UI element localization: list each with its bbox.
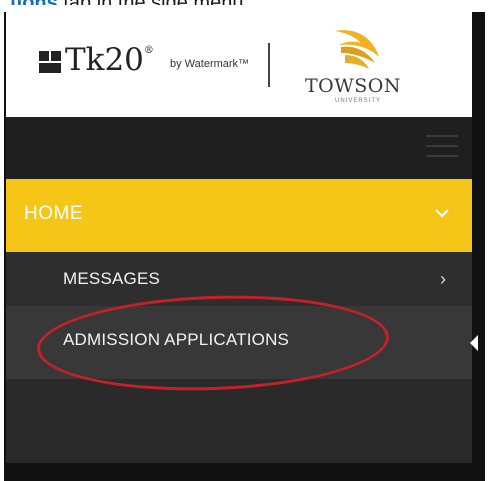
towson-logo: TOWSON UNIVERSITY (295, 23, 415, 104)
sidebar-empty-area (6, 379, 472, 463)
logo-divider (268, 43, 270, 87)
sidebar-item-home[interactable]: HOME (6, 179, 472, 252)
tk20-mark: ® (143, 44, 154, 56)
chevron-down-icon (435, 209, 449, 218)
admission-applications-label: ADMISSION APPLICATIONS (63, 330, 290, 349)
hamburger-menu-icon[interactable] (426, 133, 458, 159)
active-indicator-icon (470, 335, 478, 351)
sidebar-item-messages[interactable]: MESSAGES › (6, 252, 472, 306)
by-watermark-text: by Watermark™ (170, 58, 250, 70)
chevron-right-icon: › (440, 269, 446, 289)
tk20-name: Tk20 (65, 42, 144, 78)
tk20-logo: Tk20 ® (39, 40, 154, 80)
towson-subtitle: UNIVERSITY (335, 98, 382, 104)
towson-tiger-icon (335, 30, 379, 69)
towson-wordmark: TOWSON (305, 75, 401, 97)
messages-label: MESSAGES (63, 269, 161, 288)
tk20-logo-icon (39, 51, 63, 73)
top-menu-bar (6, 117, 472, 179)
home-label: HOME (24, 203, 83, 224)
logo-header: Tk20 ® by Watermark™ TOWSON UNIVERSITY (6, 5, 472, 117)
sidebar-item-admission-applications[interactable]: ADMISSION APPLICATIONS (6, 306, 478, 379)
